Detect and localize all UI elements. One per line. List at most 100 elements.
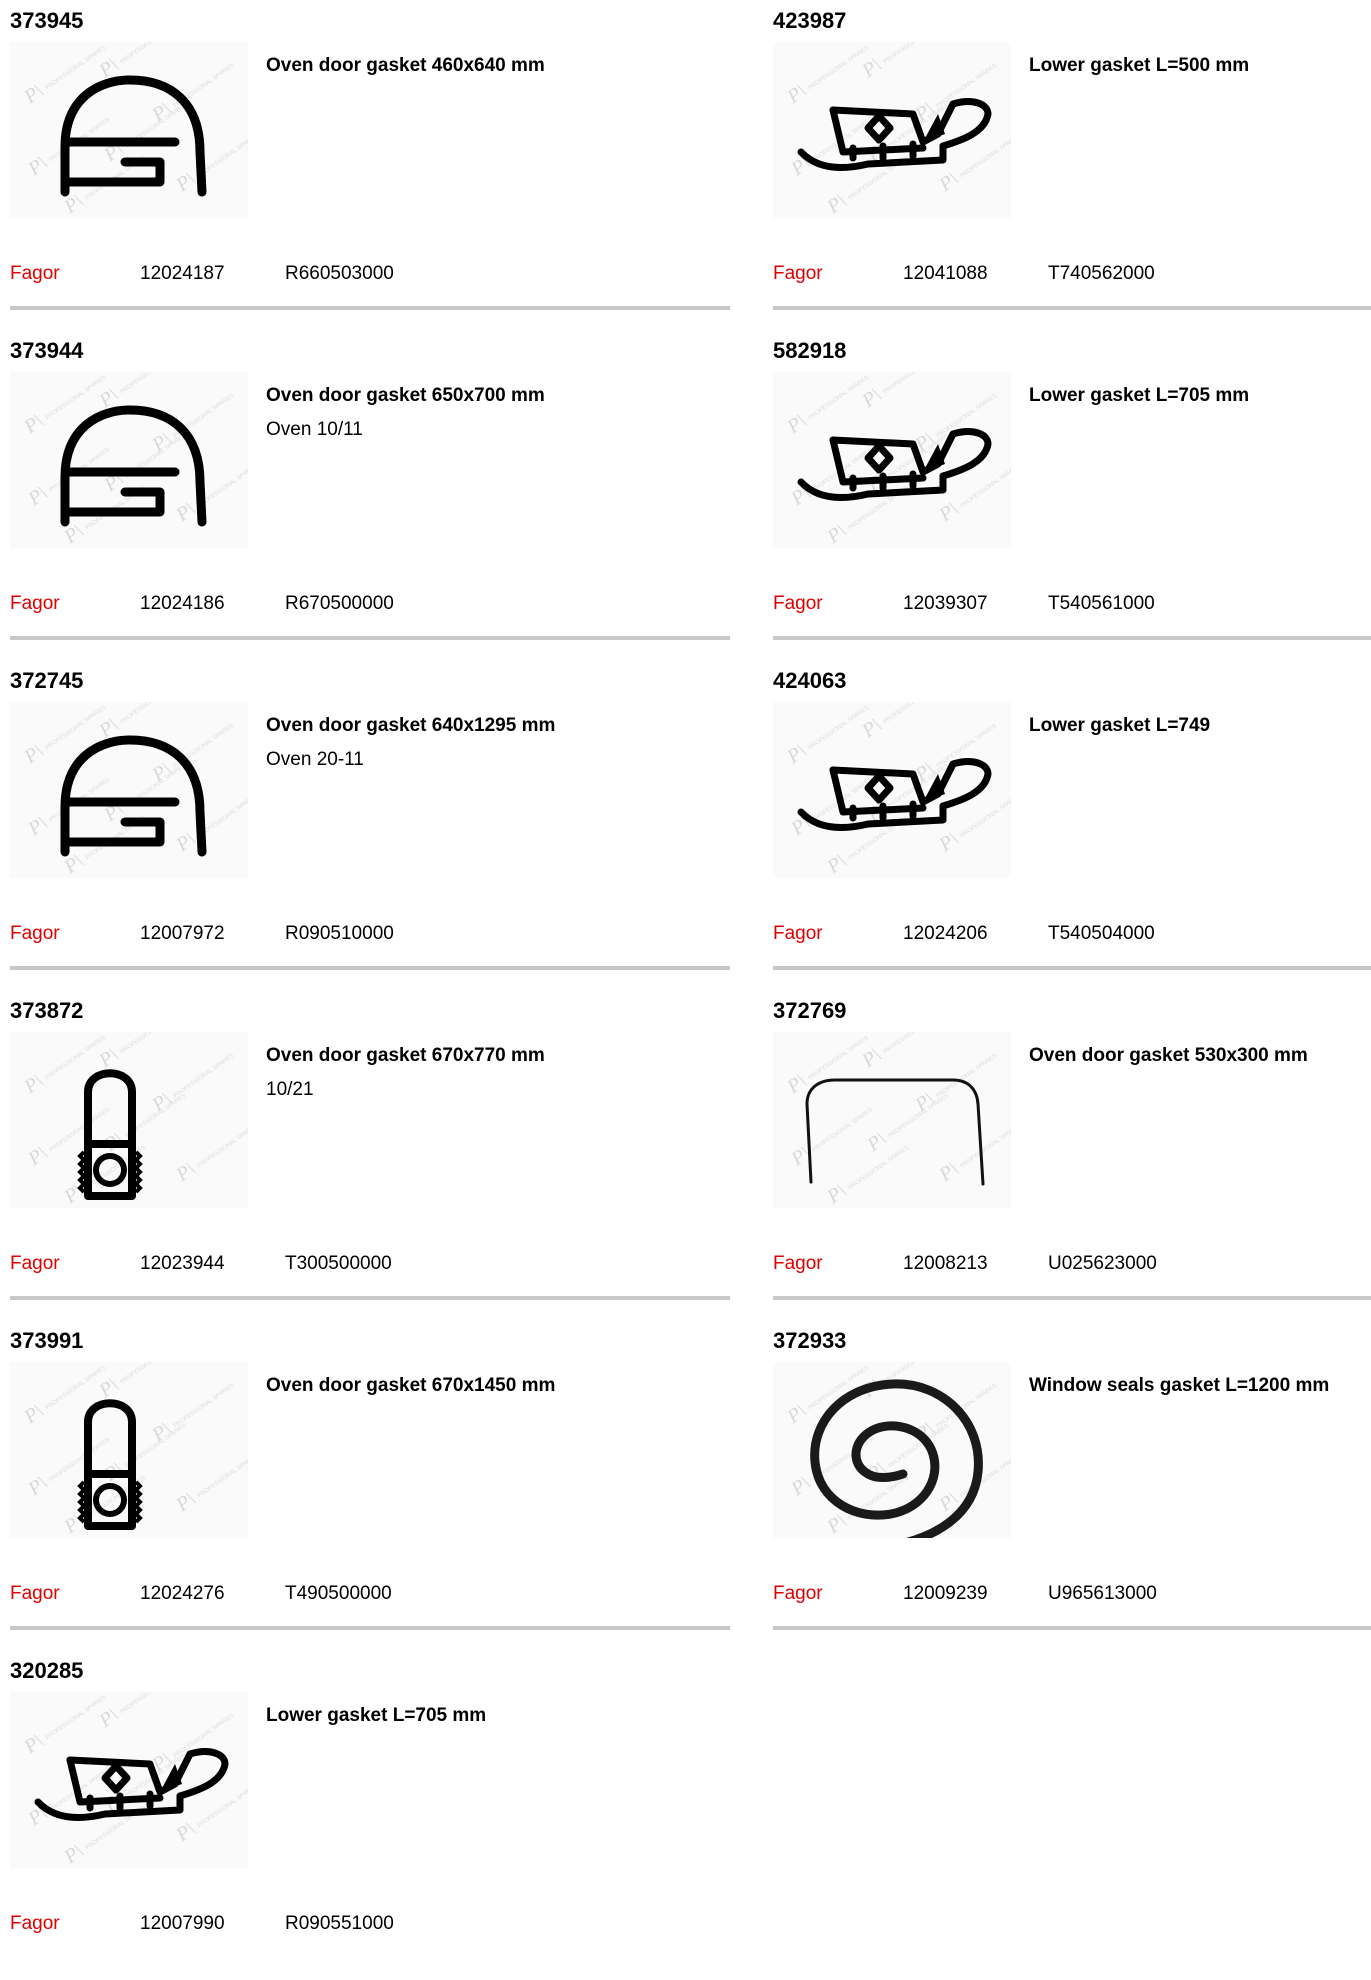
original-ref: R090551000 <box>285 1913 394 1934</box>
brand-label: Fagor <box>773 923 823 944</box>
product-title[interactable]: Window seals gasket L=1200 mm <box>1029 1375 1329 1397</box>
product-image[interactable]: P\ PROFESSIONAL SPARES P\ PROFESSIONAL S… <box>10 42 248 218</box>
gasket-spiral-drawing <box>810 1379 983 1538</box>
product-subtitle: Oven 10/11 <box>266 419 363 440</box>
gasket-lower-drawing <box>797 758 992 832</box>
product-code[interactable]: 373944 <box>10 338 83 364</box>
product-card[interactable]: 372745 P\ PROFESSIONAL SPARES P\ PROFESS… <box>10 660 740 990</box>
gasket-bulb-drawing <box>77 1069 143 1200</box>
product-card[interactable]: 424063 P\ PROFESSIONAL SPARES P\ PROFESS… <box>773 660 1371 990</box>
product-title[interactable]: Lower gasket L=705 mm <box>266 1705 486 1727</box>
product-image[interactable]: P\ PROFESSIONAL SPARES P\ PROFESSIONAL S… <box>10 1032 248 1208</box>
product-image[interactable]: P\ PROFESSIONAL SPARES P\ PROFESSIONAL S… <box>10 372 248 548</box>
brand-label: Fagor <box>773 1253 823 1274</box>
product-code[interactable]: 372769 <box>773 998 846 1024</box>
manufacturer-ref: 12007972 <box>140 923 225 944</box>
manufacturer-ref: 12024206 <box>903 923 988 944</box>
product-card[interactable]: 320285 P\ PROFESSIONAL SPARES P\ PROFESS… <box>10 1650 740 1980</box>
gasket-lower-drawing <box>797 98 992 172</box>
original-ref: R670500000 <box>285 593 394 614</box>
product-card[interactable]: 372933 P\ PROFESSIONAL SPARES P\ PROFESS… <box>773 1320 1371 1650</box>
product-title[interactable]: Oven door gasket 670x1450 mm <box>266 1375 555 1397</box>
gasket-lower-drawing <box>797 428 992 502</box>
brand-label: Fagor <box>10 923 60 944</box>
manufacturer-ref: 12009239 <box>903 1583 988 1604</box>
product-title[interactable]: Oven door gasket 460x640 mm <box>266 55 545 77</box>
brand-label: Fagor <box>10 593 60 614</box>
original-ref: R660503000 <box>285 263 394 284</box>
brand-label: Fagor <box>10 1913 60 1934</box>
brand-label: Fagor <box>10 263 60 284</box>
product-card[interactable]: 373944 P\ PROFESSIONAL SPARES P\ PROFESS… <box>10 330 740 660</box>
product-code[interactable]: 372933 <box>773 1328 846 1354</box>
product-card[interactable]: 423987 P\ PROFESSIONAL SPARES P\ PROFESS… <box>773 0 1371 330</box>
separator <box>773 966 1371 970</box>
product-code[interactable]: 320285 <box>10 1658 83 1684</box>
product-code[interactable]: 373945 <box>10 8 83 34</box>
product-image[interactable]: P\ PROFESSIONAL SPARES P\ PROFESSIONAL S… <box>773 702 1011 878</box>
product-code[interactable]: 582918 <box>773 338 846 364</box>
product-image[interactable]: P\ PROFESSIONAL SPARES P\ PROFESSIONAL S… <box>10 1692 248 1868</box>
brand-label: Fagor <box>10 1583 60 1604</box>
separator <box>773 636 1371 640</box>
product-title[interactable]: Lower gasket L=705 mm <box>1029 385 1249 407</box>
product-title[interactable]: Oven door gasket 650x700 mm <box>266 385 545 407</box>
original-ref: R090510000 <box>285 923 394 944</box>
original-ref: U025623000 <box>1048 1253 1157 1274</box>
product-image[interactable]: P\ PROFESSIONAL SPARES P\ PROFESSIONAL S… <box>773 42 1011 218</box>
product-card[interactable]: 373991 P\ PROFESSIONAL SPARES P\ PROFESS… <box>10 1320 740 1650</box>
product-image[interactable]: P\ PROFESSIONAL SPARES P\ PROFESSIONAL S… <box>773 1362 1011 1538</box>
gasket-arch-drawing <box>60 75 207 197</box>
product-code[interactable]: 373872 <box>10 998 83 1024</box>
separator <box>773 1626 1371 1630</box>
separator <box>10 306 730 310</box>
product-image[interactable]: P\ PROFESSIONAL SPARES P\ PROFESSIONAL S… <box>773 1032 1011 1208</box>
product-code[interactable]: 372745 <box>10 668 83 694</box>
product-image[interactable]: P\ PROFESSIONAL SPARES P\ PROFESSIONAL S… <box>10 1362 248 1538</box>
original-ref: T490500000 <box>285 1583 392 1604</box>
product-code[interactable]: 423987 <box>773 8 846 34</box>
gasket-arch-drawing <box>60 405 207 527</box>
original-ref: T540504000 <box>1048 923 1155 944</box>
manufacturer-ref: 12023944 <box>140 1253 225 1274</box>
brand-label: Fagor <box>10 1253 60 1274</box>
product-title[interactable]: Oven door gasket 530x300 mm <box>1029 1045 1308 1067</box>
product-subtitle: Oven 20-11 <box>266 749 364 770</box>
manufacturer-ref: 12024276 <box>140 1583 225 1604</box>
product-image[interactable]: P\ PROFESSIONAL SPARES P\ PROFESSIONAL S… <box>773 372 1011 548</box>
separator <box>773 306 1371 310</box>
product-card[interactable]: 373872 P\ PROFESSIONAL SPARES P\ PROFESS… <box>10 990 740 1320</box>
product-card[interactable]: 372769 P\ PROFESSIONAL SPARES P\ PROFESS… <box>773 990 1371 1320</box>
product-title[interactable]: Lower gasket L=749 <box>1029 715 1210 737</box>
gasket-frame-drawing <box>805 1078 985 1186</box>
product-code[interactable]: 373991 <box>10 1328 83 1354</box>
product-card[interactable]: 582918 P\ PROFESSIONAL SPARES P\ PROFESS… <box>773 330 1371 660</box>
original-ref: U965613000 <box>1048 1583 1157 1604</box>
separator <box>773 1296 1371 1300</box>
product-code[interactable]: 424063 <box>773 668 846 694</box>
separator <box>10 1296 730 1300</box>
original-ref: T740562000 <box>1048 263 1155 284</box>
gasket-lower-drawing <box>34 1748 229 1822</box>
brand-label: Fagor <box>773 1583 823 1604</box>
product-title[interactable]: Lower gasket L=500 mm <box>1029 55 1249 77</box>
product-subtitle: 10/21 <box>266 1079 314 1100</box>
manufacturer-ref: 12007990 <box>140 1913 225 1934</box>
product-title[interactable]: Oven door gasket 670x770 mm <box>266 1045 545 1067</box>
original-ref: T540561000 <box>1048 593 1155 614</box>
product-card[interactable]: 373945 P\ PROFESSIONAL SPARES P\ PROFESS… <box>10 0 740 330</box>
product-title[interactable]: Oven door gasket 640x1295 mm <box>266 715 555 737</box>
manufacturer-ref: 12039307 <box>903 593 988 614</box>
separator <box>10 636 730 640</box>
manufacturer-ref: 12024187 <box>140 263 225 284</box>
gasket-bulb-drawing <box>77 1399 143 1530</box>
separator <box>10 966 730 970</box>
manufacturer-ref: 12024186 <box>140 593 225 614</box>
gasket-arch-drawing <box>60 735 207 857</box>
brand-label: Fagor <box>773 263 823 284</box>
original-ref: T300500000 <box>285 1253 392 1274</box>
product-image[interactable]: P\ PROFESSIONAL SPARES P\ PROFESSIONAL S… <box>10 702 248 878</box>
separator <box>10 1626 730 1630</box>
manufacturer-ref: 12041088 <box>903 263 988 284</box>
manufacturer-ref: 12008213 <box>903 1253 988 1274</box>
